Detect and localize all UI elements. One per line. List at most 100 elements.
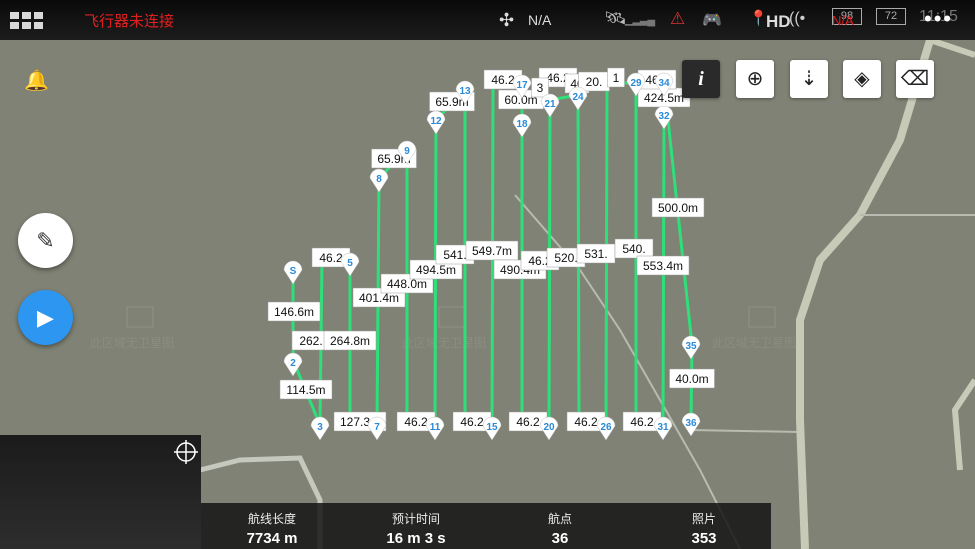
svg-text:264.8m: 264.8m <box>330 334 370 348</box>
svg-text:500.0m: 500.0m <box>658 201 698 215</box>
waypoint-marker[interactable]: 32 <box>654 105 674 130</box>
segment-distance-label: 114.5m <box>279 379 333 400</box>
waypoint-marker[interactable]: 8 <box>369 168 389 193</box>
locate-icon[interactable]: ⊕ <box>736 60 774 98</box>
segment-distance-label: 40.0m <box>669 368 715 389</box>
waypoint-marker[interactable]: 26 <box>596 416 616 441</box>
svg-text:3: 3 <box>537 81 544 95</box>
svg-text:553.4m: 553.4m <box>643 259 683 273</box>
svg-text:40.0m: 40.0m <box>675 372 708 386</box>
segment-distance-label: 540. <box>614 238 654 259</box>
svg-text:46.2: 46.2 <box>404 415 428 429</box>
svg-text:114.5m: 114.5m <box>286 383 325 397</box>
svg-text:46.2: 46.2 <box>491 73 515 87</box>
waypoint-marker[interactable]: 5 <box>340 252 360 277</box>
svg-text:46.2: 46.2 <box>574 415 598 429</box>
svg-text:36: 36 <box>685 418 697 429</box>
svg-text:262.: 262. <box>299 334 322 348</box>
segment-distance-label: 553.4m <box>636 255 690 276</box>
wifi-signal-icon: ((• <box>789 10 806 27</box>
battery2-indicator: 72 <box>876 8 906 25</box>
eraser-icon[interactable]: ⌫ <box>896 60 934 98</box>
waypoint-marker[interactable]: 21 <box>540 93 560 118</box>
waypoint-marker[interactable]: S <box>283 260 303 285</box>
map-watermark: 此区域无卫星图 <box>402 336 486 350</box>
svg-text:26: 26 <box>600 422 612 433</box>
play-icon: ▶ <box>37 305 54 330</box>
segment-distance-label: 1 <box>607 67 625 88</box>
location-pin-icon: 📍 <box>749 10 768 27</box>
battery-status: N/A <box>832 13 854 28</box>
satellite-icon: 🛰 <box>604 8 627 28</box>
svg-text:24: 24 <box>572 92 584 103</box>
start-mission-button[interactable]: ▶ <box>18 290 73 345</box>
svg-text:29: 29 <box>630 78 642 89</box>
waypoint-marker[interactable]: 35 <box>681 335 701 360</box>
svg-text:35: 35 <box>685 341 697 352</box>
svg-text:549.7m: 549.7m <box>472 244 512 258</box>
svg-text:32: 32 <box>658 111 670 122</box>
edit-button[interactable]: ✎ <box>18 213 73 268</box>
segment-distance-label: 3 <box>531 77 549 98</box>
stat-waypoints: 航点 36 <box>547 512 572 547</box>
waypoint-marker[interactable]: 7 <box>367 416 387 441</box>
svg-text:S: S <box>290 266 297 277</box>
alert-icon: ⚠ <box>670 9 686 28</box>
segment-distance-label: 531. <box>576 243 616 264</box>
svg-text:520.: 520. <box>554 251 577 265</box>
waypoint-marker[interactable]: 24 <box>568 86 588 111</box>
svg-text:31: 31 <box>657 422 669 433</box>
segment-distance-label: 549.7m <box>465 240 519 261</box>
waypoint-marker[interactable]: 18 <box>512 113 532 138</box>
waypoint-marker[interactable]: 31 <box>653 416 673 441</box>
svg-text:3: 3 <box>317 422 323 433</box>
svg-text:2: 2 <box>290 358 296 369</box>
waypoint-marker[interactable]: 3 <box>310 416 330 441</box>
top-status-bar: 飞行器未连接 ✣ N/A 🛰 ▁▂▃▄ ⚠ 🎮 📍 HD ((• 98 N/A … <box>0 0 975 40</box>
svg-text:18: 18 <box>516 119 528 130</box>
segment-distance-label: 20. <box>578 71 610 92</box>
svg-text:20.: 20. <box>586 75 603 89</box>
waypoint-marker[interactable]: 12 <box>426 110 446 135</box>
svg-text:17: 17 <box>516 80 528 91</box>
waypoint-marker[interactable]: 15 <box>482 416 502 441</box>
info-icon[interactable]: i <box>682 60 720 98</box>
svg-text:21: 21 <box>544 99 556 110</box>
svg-text:34: 34 <box>658 78 670 89</box>
apps-grid-icon[interactable] <box>10 12 44 30</box>
waypoint-marker[interactable]: 20 <box>539 416 559 441</box>
svg-text:11: 11 <box>430 422 441 433</box>
svg-text:46.2: 46.2 <box>516 415 540 429</box>
compass-lock-icon[interactable]: ⇣ <box>790 60 828 98</box>
drone-icon: ✣ <box>499 10 515 30</box>
svg-text:15: 15 <box>486 422 498 433</box>
remote-controller-icon: 🎮 <box>702 12 722 29</box>
camera-preview[interactable] <box>0 435 201 549</box>
stat-photos: 照片 353 <box>691 512 717 547</box>
waypoint-marker[interactable]: 11 <box>425 416 445 441</box>
map-watermark: 此区域无卫星图 <box>90 336 174 350</box>
svg-text:46.2: 46.2 <box>460 415 484 429</box>
segment-distance-label: 264.8m <box>323 330 377 351</box>
svg-text:1: 1 <box>613 71 620 85</box>
svg-text:46.2: 46.2 <box>319 251 343 265</box>
hd-label: HD <box>766 12 791 31</box>
mission-stats-panel: 航线长度 7734 m 预计时间 16 m 3 s 航点 36 照片 353 <box>201 503 771 549</box>
svg-text:7: 7 <box>374 422 380 433</box>
bell-icon[interactable]: 🔔 <box>24 68 49 93</box>
svg-text:9: 9 <box>404 146 410 157</box>
edit-icon: ✎ <box>36 228 55 253</box>
layers-icon[interactable]: ◈ <box>843 60 881 98</box>
svg-text:541.: 541. <box>443 248 466 262</box>
svg-text:8: 8 <box>376 174 382 185</box>
svg-text:13: 13 <box>459 86 471 97</box>
gps-signal-icon: ▁▂▃▄ <box>625 14 655 26</box>
svg-text:5: 5 <box>347 258 353 269</box>
camera-target-icon[interactable] <box>172 438 200 466</box>
connection-status: 飞行器未连接 <box>84 13 175 30</box>
svg-text:494.5m: 494.5m <box>416 263 456 277</box>
svg-text:20: 20 <box>543 422 555 433</box>
more-menu-icon[interactable]: ••• <box>924 6 953 32</box>
segment-distance-label: 146.6m <box>267 301 321 322</box>
waypoint-marker[interactable]: 36 <box>681 412 701 437</box>
